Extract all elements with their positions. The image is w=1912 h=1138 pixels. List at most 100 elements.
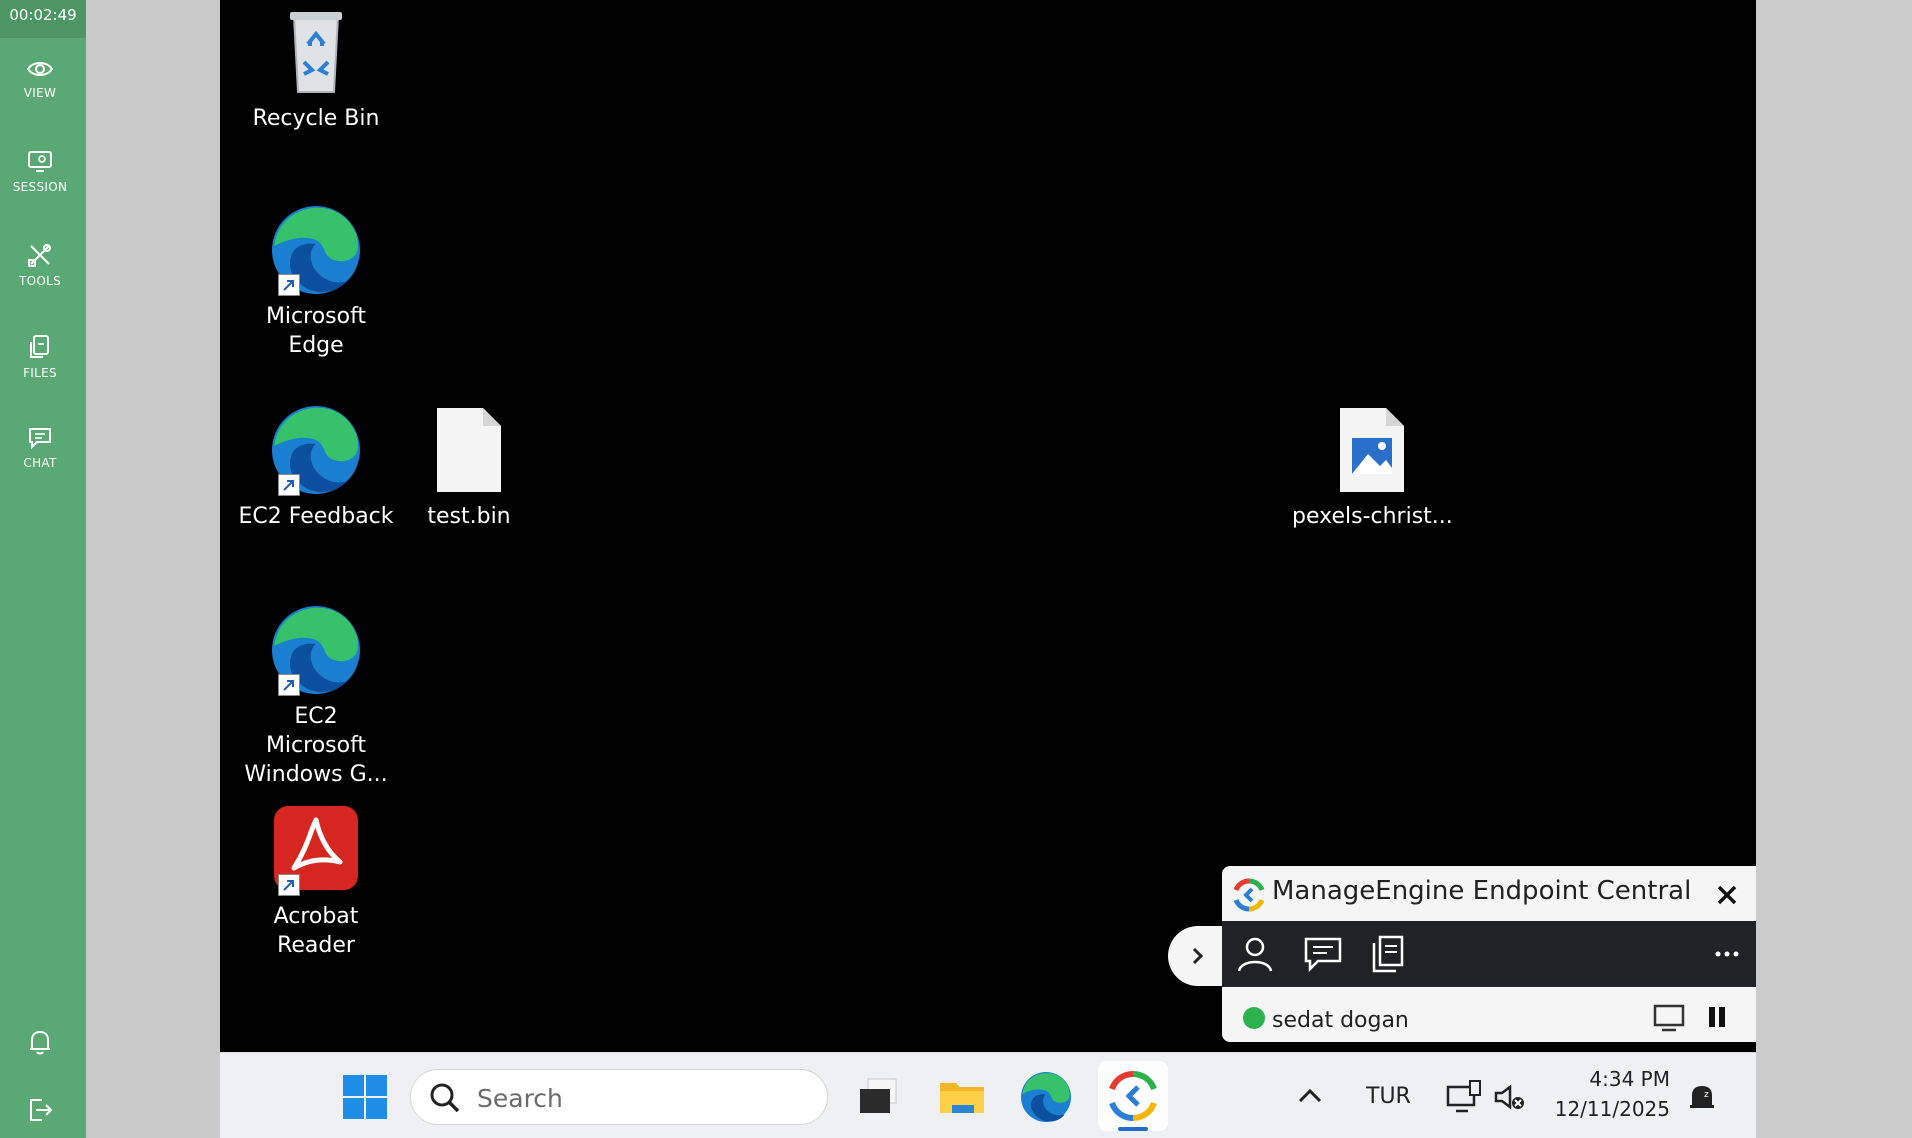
search-placeholder: Search (477, 1084, 563, 1113)
taskbar-manageengine-button[interactable] (1098, 1061, 1168, 1131)
desktop-icon-label-text: Microsoft Edge (265, 304, 367, 358)
shortcut-overlay (278, 274, 300, 296)
pause-session-button[interactable] (1700, 1000, 1734, 1034)
session-timer: 00:02:49 (0, 0, 86, 38)
bell-icon: z (1690, 1086, 1714, 1108)
desktop-icon-ec2-feedback[interactable]: EC2 Feedback (236, 402, 396, 531)
clock-time: 4:34 PM (1589, 1067, 1670, 1091)
technician-name: sedat dogan (1272, 1008, 1409, 1033)
view-screen-button[interactable] (1652, 1000, 1686, 1034)
file-explorer-icon (940, 1083, 984, 1113)
desktop-icon-label-text: EC2 Microsoft Windows G... (244, 704, 388, 787)
sidebar-item-files[interactable]: FILES (0, 334, 80, 408)
pause-icon (1709, 1007, 1725, 1027)
panel-chat-button[interactable] (1300, 931, 1346, 977)
manageengine-title: ManageEngine Endpoint Central (1272, 876, 1692, 906)
exit-icon (30, 1099, 53, 1121)
start-icon (343, 1075, 387, 1119)
manageengine-icon (1109, 1070, 1157, 1131)
taskbar-search-box[interactable]: Search (410, 1069, 828, 1125)
clock-date: 12/11/2025 (1554, 1097, 1670, 1121)
panel-clipboard-button[interactable] (1366, 931, 1412, 977)
bell-icon (30, 1030, 50, 1055)
eye-icon (26, 62, 54, 76)
desktop-icon-label: pexels-christ... (1292, 504, 1453, 529)
recycle-bin-icon (290, 12, 342, 93)
files-icon (30, 335, 49, 358)
close-icon (1717, 885, 1737, 905)
desktop-icon-test-bin[interactable]: test.bin (389, 402, 549, 531)
more-icon (1715, 951, 1739, 957)
notifications-button[interactable] (22, 1024, 58, 1060)
volume-muted-icon (1494, 1084, 1524, 1110)
volume-button[interactable] (1490, 1067, 1530, 1127)
exit-session-button[interactable] (22, 1092, 58, 1128)
desktop-icon-ec2-windows-guide[interactable]: EC2 Microsoft Windows G... (236, 602, 396, 789)
clock[interactable]: 4:34 PM 12/11/2025 (1550, 1065, 1680, 1127)
shortcut-overlay (278, 474, 300, 496)
edge-icon (1021, 1072, 1071, 1122)
show-hidden-icons-button[interactable] (1290, 1067, 1330, 1127)
image-file-icon (1340, 408, 1404, 492)
desktop-icon-label: EC2 Feedback (238, 504, 394, 529)
remote-desktop-screen[interactable]: Recycle Bin Microsoft Edge EC2 Feedback … (220, 0, 1756, 1138)
desktop-icon-label: Recycle Bin (252, 106, 380, 131)
tools-icon (28, 244, 51, 267)
desktop-icon-label: EC2 Microsoft Windows G... (236, 702, 396, 789)
file-explorer-button[interactable] (932, 1067, 992, 1127)
sidebar-item-label: VIEW (23, 86, 57, 100)
copy-icon (1372, 935, 1404, 973)
task-view-icon (860, 1078, 897, 1113)
network-icon (1446, 1080, 1481, 1113)
manageengine-collapse-button[interactable] (1168, 926, 1224, 986)
shortcut-overlay (278, 874, 300, 896)
manageengine-toolbar (1222, 921, 1756, 987)
sidebar-item-label: SESSION (12, 180, 68, 194)
user-info-button[interactable] (1232, 931, 1278, 977)
desktop-icon-label-text: Acrobat Reader (273, 904, 359, 958)
sidebar-item-tools[interactable]: TOOLS (0, 242, 80, 316)
monitor-icon (28, 151, 52, 172)
taskbar-edge-button[interactable] (1016, 1067, 1076, 1127)
sidebar-item-label: TOOLS (18, 274, 62, 288)
chat-icon (1304, 937, 1342, 973)
sidebar-item-label: FILES (23, 366, 57, 380)
svg-text:z: z (1704, 1090, 1709, 1100)
online-status-icon (1243, 1007, 1265, 1029)
chat-icon (29, 428, 51, 450)
monitor-icon (1653, 1004, 1685, 1032)
desktop-icon-recycle-bin[interactable]: Recycle Bin (236, 4, 396, 133)
manageengine-logo-icon (1233, 878, 1265, 912)
chevron-up-icon (1298, 1088, 1322, 1103)
shortcut-arrow-icon (283, 480, 294, 491)
shortcut-arrow-icon (283, 680, 294, 691)
right-margin (1756, 0, 1912, 1138)
search-icon (430, 1083, 460, 1113)
notification-center-button[interactable]: z (1682, 1067, 1722, 1127)
manageengine-close-button[interactable] (1712, 880, 1742, 910)
desktop-icon-label: Microsoft Edge (236, 302, 396, 360)
panel-more-button[interactable] (1710, 939, 1744, 969)
desktop-icon-acrobat-reader[interactable]: Acrobat Reader (236, 802, 396, 960)
user-icon (1237, 937, 1273, 972)
chevron-right-icon (1192, 947, 1204, 965)
shortcut-arrow-icon (283, 280, 294, 291)
desktop-icon-pexels-image[interactable]: pexels-christ... (1292, 402, 1453, 531)
session-sidebar: 00:02:49 VIEW SESSION TOOLS FILES CHAT (0, 0, 86, 1138)
sidebar-item-label: CHAT (23, 456, 57, 470)
windows-taskbar: Search TUR 4:34 PM 12/11/2025 z (220, 1052, 1756, 1138)
manageengine-panel: ManageEngine Endpoint Central sedat doga… (1222, 866, 1756, 1042)
start-button[interactable] (335, 1067, 395, 1127)
file-icon (437, 408, 501, 492)
sidebar-item-chat[interactable]: CHAT (0, 426, 80, 500)
task-view-button[interactable] (848, 1067, 908, 1127)
network-status-button[interactable] (1444, 1067, 1484, 1127)
shortcut-arrow-icon (283, 880, 294, 891)
desktop-icon-microsoft-edge[interactable]: Microsoft Edge (236, 202, 396, 360)
shortcut-overlay (278, 674, 300, 696)
sidebar-item-view[interactable]: VIEW (0, 58, 80, 132)
sidebar-item-session[interactable]: SESSION (0, 150, 80, 224)
input-language-indicator[interactable]: TUR (1366, 1084, 1411, 1109)
desktop-icon-label: Acrobat Reader (236, 902, 396, 960)
desktop-icon-label: test.bin (427, 504, 511, 529)
